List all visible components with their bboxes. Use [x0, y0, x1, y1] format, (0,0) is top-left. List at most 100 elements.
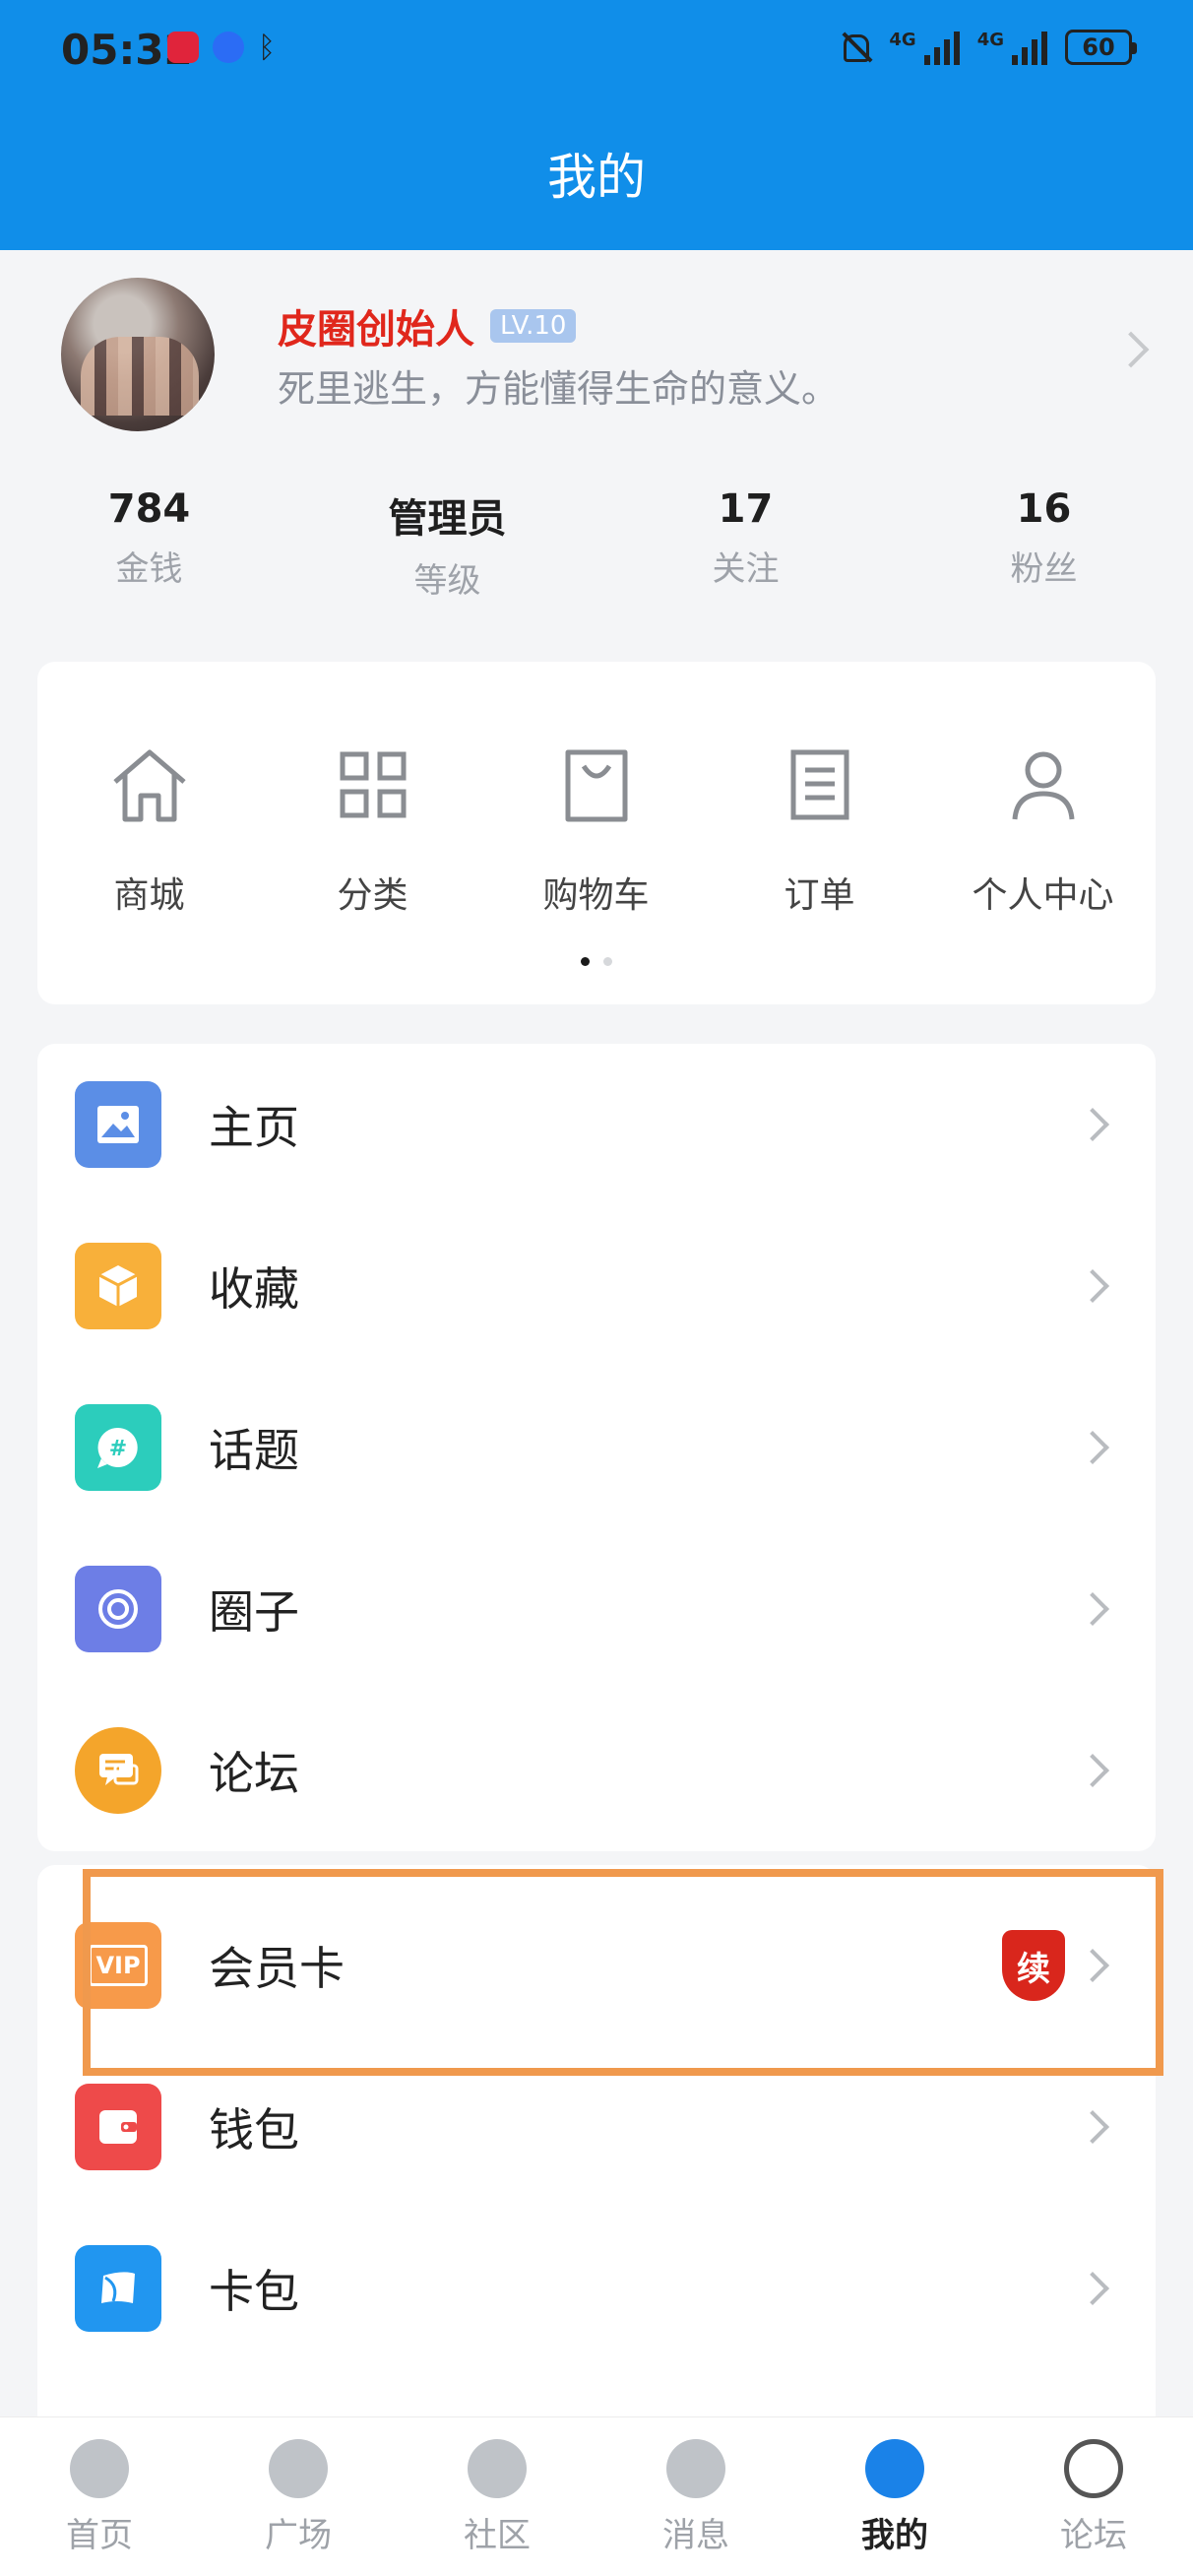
stat-label: 金钱 [115, 549, 183, 589]
nickname: 皮圈创始人 [278, 307, 474, 353]
profile-signature: 死里逃生，方能懂得生命的意义。 [278, 367, 840, 411]
stat-value: 784 [107, 486, 191, 532]
menu-row-topics[interactable]: # 话题 [37, 1367, 1156, 1528]
menu-row-favorites[interactable]: 收藏 [37, 1205, 1156, 1367]
status-bar: 05:32 ᛒ 4G 4G 60 [0, 0, 1193, 98]
tab-mine[interactable]: 我的 [795, 2417, 994, 2576]
tab-label: 我的 [861, 2516, 928, 2555]
chevron-right-icon [1076, 2272, 1109, 2305]
signal-icon [1012, 30, 1047, 65]
menu-row-label: 卡包 [209, 2265, 299, 2318]
quick-item-profile-center[interactable]: 个人中心 [931, 741, 1155, 918]
network-type: 4G [976, 30, 1004, 50]
compass-icon [269, 2439, 328, 2498]
stat-label: 关注 [712, 549, 780, 589]
menu-row-label: 钱包 [209, 2103, 299, 2157]
page-title: 我的 [547, 149, 646, 206]
quick-menu-card: 商城 分类 购物车 订单 个人中心 [37, 662, 1156, 1004]
stat-value: 17 [718, 486, 774, 532]
hashtag-icon: # [75, 1404, 161, 1491]
menu-row-label: 圈子 [209, 1585, 299, 1639]
chevron-right-icon [1076, 1754, 1109, 1787]
page-dot-active [581, 957, 590, 966]
stat-value: 管理员 [388, 496, 507, 542]
forum-tab-icon [1064, 2439, 1123, 2498]
profile-section: 皮圈创始人 LV.10 死里逃生，方能懂得生命的意义。 784 金钱 管理员 等… [0, 250, 1193, 654]
status-system-icons: 4G 4G 60 [838, 30, 1137, 65]
profile-name-row[interactable]: 皮圈创始人 LV.10 [278, 297, 577, 354]
signal-icon [923, 30, 960, 65]
quick-item-mall[interactable]: 商城 [37, 741, 261, 918]
profile-stats: 784 金钱 管理员 等级 17 关注 16 粉丝 [0, 486, 1193, 602]
image-icon [75, 1081, 161, 1168]
app-notification-icon [213, 32, 244, 63]
tab-label: 社区 [464, 2516, 531, 2555]
quick-item-orders[interactable]: 订单 [708, 741, 931, 918]
chevron-right-icon [1076, 1431, 1109, 1464]
chevron-right-icon [1076, 1269, 1109, 1303]
user-icon [1012, 751, 1074, 820]
menu-list-main: 主页 收藏 # 话题 圈子 论坛 [37, 1044, 1156, 1851]
highlight-box [83, 1869, 1163, 2076]
chat-icon [75, 1727, 161, 1814]
profile-tab-icon [865, 2439, 924, 2498]
tab-community[interactable]: 社区 [398, 2417, 596, 2576]
home-icon [112, 749, 186, 822]
tab-messages[interactable]: 消息 [596, 2417, 795, 2576]
menu-row-label: 论坛 [209, 1747, 299, 1800]
stat-value: 16 [1016, 486, 1072, 532]
top-bar: 05:32 ᛒ 4G 4G 60 我的 [0, 0, 1193, 250]
chevron-right-icon [1076, 2110, 1109, 2144]
level-badge: LV.10 [490, 309, 577, 343]
battery-icon: 60 [1065, 30, 1137, 65]
tab-home[interactable]: 首页 [0, 2417, 199, 2576]
stat-rank[interactable]: 管理员 等级 [298, 486, 596, 602]
tab-forum[interactable]: 论坛 [994, 2417, 1193, 2576]
quick-item-category[interactable]: 分类 [261, 741, 484, 918]
box-icon [75, 1243, 161, 1329]
menu-row-label: 话题 [209, 1424, 299, 1477]
menu-row-label: 收藏 [209, 1262, 299, 1316]
quick-item-label: 购物车 [542, 875, 650, 916]
tab-label: 广场 [265, 2516, 332, 2555]
quick-menu-items: 商城 分类 购物车 订单 个人中心 [37, 741, 1156, 918]
home-tab-icon [70, 2439, 129, 2498]
chevron-right-icon [1076, 1108, 1109, 1141]
mute-icon [838, 31, 871, 64]
quick-item-cart[interactable]: 购物车 [484, 741, 708, 918]
page-dot [603, 957, 612, 966]
quick-item-label: 分类 [337, 875, 408, 916]
bluetooth-icon: ᛒ [258, 31, 276, 65]
card-icon [75, 2245, 161, 2332]
chevron-right-icon [1076, 1592, 1109, 1626]
menu-row-circles[interactable]: 圈子 [37, 1528, 1156, 1690]
stat-money[interactable]: 784 金钱 [0, 486, 298, 602]
stat-label: 等级 [413, 561, 481, 601]
quick-item-label: 个人中心 [972, 875, 1114, 916]
chevron-right-icon[interactable] [1112, 331, 1150, 368]
grid-icon [340, 751, 406, 818]
network-type: 4G [889, 30, 916, 50]
quick-item-label: 商城 [113, 875, 185, 916]
tab-label: 论坛 [1060, 2516, 1127, 2555]
tab-square[interactable]: 广场 [199, 2417, 398, 2576]
menu-row-label: 主页 [209, 1101, 299, 1154]
menu-row-homepage[interactable]: 主页 [37, 1044, 1156, 1205]
page-indicator [37, 957, 1156, 966]
svg-text:#: # [109, 1437, 127, 1461]
message-icon [666, 2439, 725, 2498]
app-notification-icon [167, 32, 199, 63]
circle-icon [75, 1566, 161, 1652]
avatar[interactable] [61, 278, 215, 431]
menu-row-card-pack[interactable]: 卡包 [37, 2208, 1156, 2369]
aperture-icon [468, 2439, 527, 2498]
wallet-icon [75, 2084, 161, 2170]
stat-followers[interactable]: 16 粉丝 [895, 486, 1193, 602]
tab-label: 首页 [66, 2516, 133, 2555]
document-icon [790, 749, 848, 820]
bottom-tab-bar: 首页 广场 社区 消息 我的 论坛 [0, 2416, 1193, 2576]
status-notification-icons: ᛒ [167, 32, 280, 65]
menu-row-forum[interactable]: 论坛 [37, 1690, 1156, 1851]
stat-following[interactable]: 17 关注 [596, 486, 895, 602]
quick-item-label: 订单 [784, 875, 855, 916]
